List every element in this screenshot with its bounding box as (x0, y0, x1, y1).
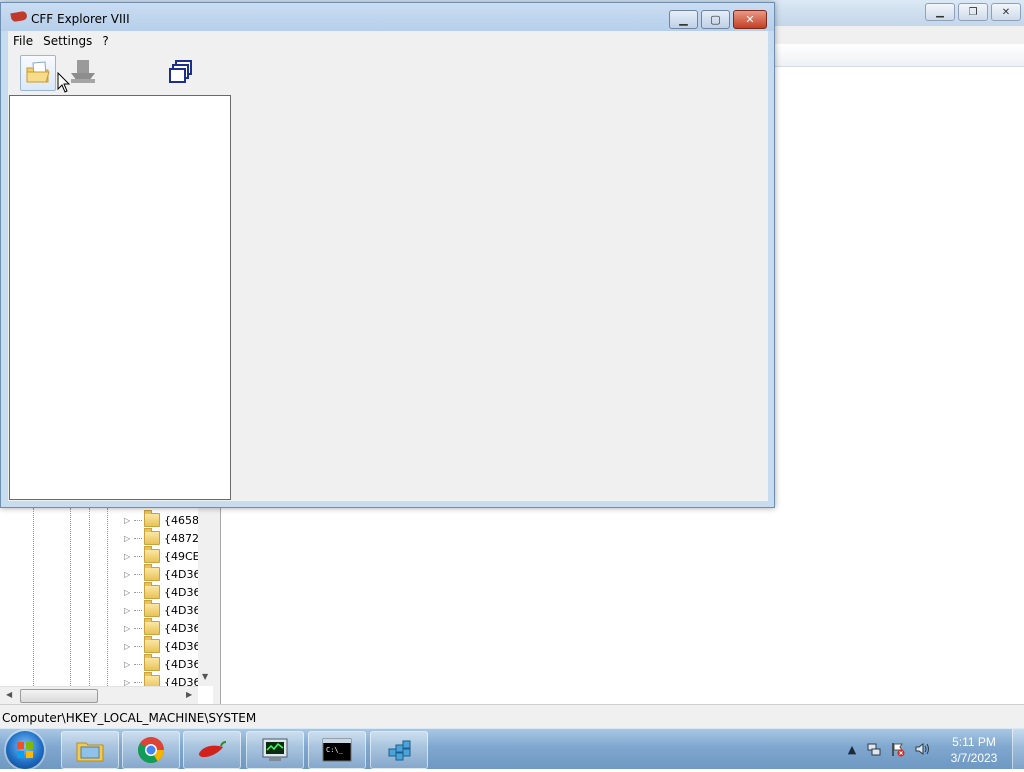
clock-date: 3/7/2023 (950, 751, 998, 765)
expand-arrow-icon[interactable]: ▷ (124, 516, 133, 525)
taskbar: C:\_ ▲ 5:11 PM 3/7/2023 (0, 728, 1024, 769)
clock[interactable]: 5:11 PM 3/7/2023 (948, 734, 1000, 766)
task-manager-icon (262, 738, 288, 761)
action-center-flag-icon[interactable] (890, 741, 906, 757)
windows-button[interactable] (164, 55, 198, 89)
expand-arrow-icon[interactable]: ▷ (124, 678, 133, 687)
toolbar (8, 51, 768, 95)
status-path: Computer\HKEY_LOCAL_MACHINE\SYSTEM (2, 711, 257, 725)
folder-icon (144, 582, 160, 599)
expand-arrow-icon[interactable]: ▷ (124, 624, 133, 633)
expand-arrow-icon[interactable]: ▷ (124, 660, 133, 669)
tree-guide-line (70, 508, 71, 686)
mouse-cursor-icon (57, 72, 71, 93)
menu-bar: File Settings ? (8, 31, 768, 51)
cascade-windows-icon (169, 60, 192, 83)
taskbar-cff-explorer[interactable] (183, 731, 241, 769)
start-button[interactable] (6, 731, 44, 769)
save-button[interactable] (66, 55, 100, 89)
command-prompt-icon: C:\_ (322, 738, 352, 762)
folder-icon (76, 742, 104, 762)
minimize-button[interactable]: ▁ (669, 10, 698, 29)
folder-icon (144, 510, 160, 527)
taskbar-task-manager[interactable] (246, 731, 304, 769)
tree-horizontal-scrollbar[interactable]: ◀ ▶ (0, 686, 198, 704)
cff-titlebar[interactable]: CFF Explorer VIII ▁ ▢ ✕ (1, 3, 774, 31)
scroll-right-arrow-icon[interactable]: ▶ (186, 690, 192, 699)
open-folder-icon (26, 61, 50, 83)
registry-tree[interactable]: ▷ {4658EE ▷ {48721E ▷ {49CE6/ ▷ {4D36E9 … (0, 508, 213, 686)
cff-explorer-window: CFF Explorer VIII ▁ ▢ ✕ File Settings ? (0, 2, 775, 508)
chili-pepper-icon (198, 741, 227, 758)
pane-splitter[interactable] (213, 508, 220, 704)
folder-icon (144, 654, 160, 671)
folder-icon (144, 600, 160, 617)
expand-arrow-icon[interactable]: ▷ (124, 552, 133, 561)
taskbar-explorer[interactable] (61, 731, 119, 769)
bg-restore-button[interactable]: ❐ (958, 3, 988, 21)
svg-text:C:\_: C:\_ (326, 746, 344, 754)
save-icon (71, 60, 95, 83)
folder-icon (144, 672, 160, 686)
tree-guide-line (33, 508, 34, 686)
show-desktop-button[interactable] (1012, 729, 1024, 769)
taskbar-registry-editor[interactable] (370, 731, 428, 769)
clock-time: 5:11 PM (952, 735, 996, 749)
registry-editor-icon (388, 740, 411, 761)
expand-arrow-icon[interactable]: ▷ (124, 588, 133, 597)
show-hidden-icons-icon[interactable]: ▲ (844, 741, 860, 757)
open-file-button[interactable] (20, 55, 56, 91)
file-tree-panel[interactable] (9, 95, 231, 500)
windows-logo-icon (17, 742, 33, 758)
expand-arrow-icon[interactable]: ▷ (124, 642, 133, 651)
bg-close-button[interactable]: ✕ (991, 3, 1021, 21)
taskbar-command-prompt[interactable]: C:\_ (308, 731, 366, 769)
folder-icon (144, 528, 160, 545)
folder-icon (144, 636, 160, 653)
status-bar: Computer\HKEY_LOCAL_MACHINE\SYSTEM (0, 704, 1024, 729)
scroll-left-arrow-icon[interactable]: ◀ (6, 690, 12, 699)
system-tray: ▲ (840, 729, 950, 769)
tree-guide-line (107, 508, 108, 686)
folder-icon (144, 618, 160, 635)
menu-help[interactable]: ? (97, 31, 113, 51)
chrome-icon (137, 737, 165, 764)
bg-minimize-button[interactable]: ▁ (925, 3, 955, 21)
expand-arrow-icon[interactable]: ▷ (124, 606, 133, 615)
chili-pepper-icon (10, 10, 28, 23)
expand-arrow-icon[interactable]: ▷ (124, 570, 133, 579)
scrollbar-thumb[interactable] (20, 689, 98, 703)
registry-values-pane[interactable] (221, 508, 1024, 704)
bg-list-header (774, 44, 1024, 67)
maximize-button[interactable]: ▢ (701, 10, 730, 29)
menu-file[interactable]: File (8, 31, 38, 51)
tree-guide-line (89, 508, 90, 686)
cff-client-area: File Settings ? (8, 31, 768, 501)
close-button[interactable]: ✕ (733, 10, 767, 29)
taskbar-chrome[interactable] (122, 731, 180, 769)
network-icon[interactable] (866, 741, 882, 757)
folder-icon (144, 546, 160, 563)
expand-arrow-icon[interactable]: ▷ (124, 534, 133, 543)
scroll-down-arrow-icon[interactable]: ▼ (202, 672, 208, 681)
volume-icon[interactable] (914, 741, 930, 757)
tree-vertical-scrollbar[interactable]: ▼ (198, 508, 213, 686)
folder-icon (144, 564, 160, 581)
window-title: CFF Explorer VIII (31, 12, 130, 26)
menu-settings[interactable]: Settings (38, 31, 97, 51)
